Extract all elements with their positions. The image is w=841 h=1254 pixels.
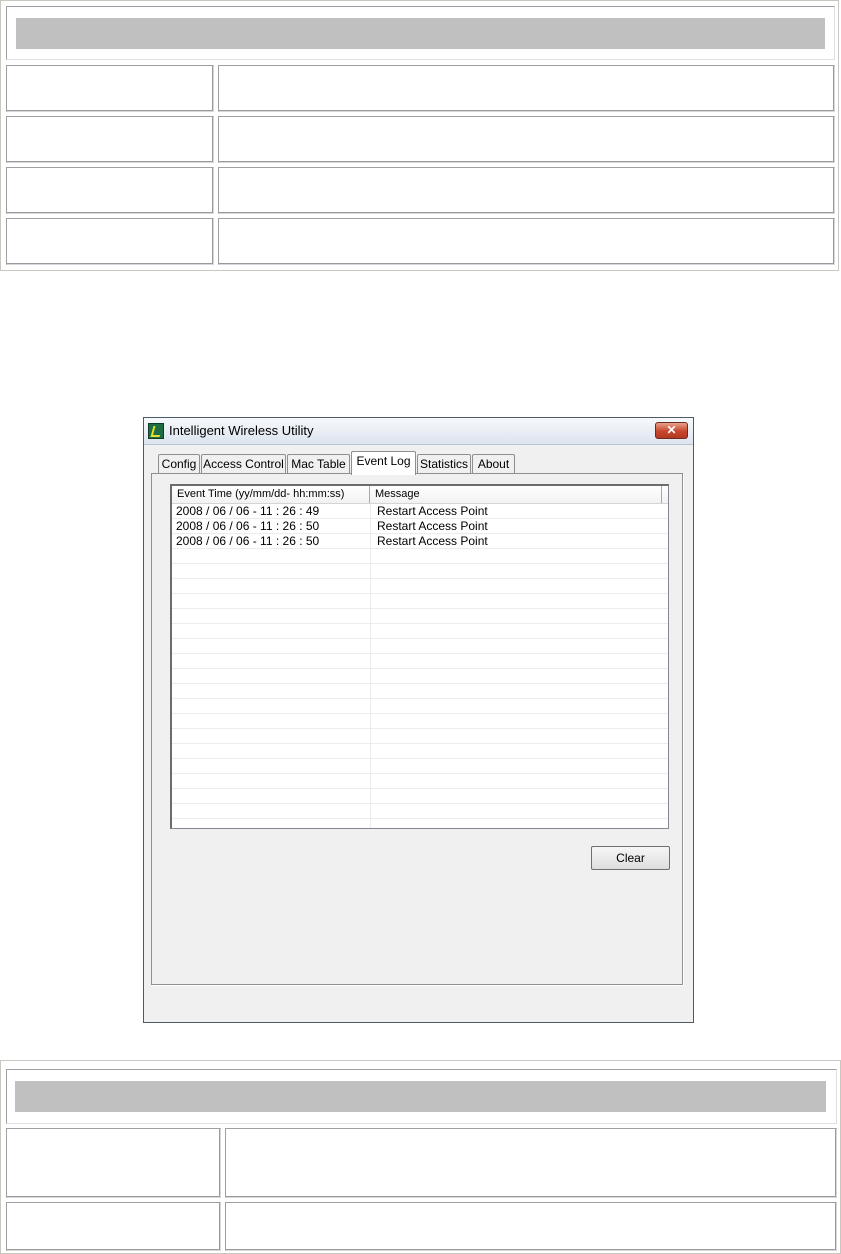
event-log-panel: Event Time (yy/mm/dd- hh:mm:ss) Message … [151, 473, 683, 985]
doc-table-value-cell [218, 167, 835, 214]
empty-list-row [172, 639, 668, 654]
empty-list-row [172, 729, 668, 744]
empty-list-row [172, 714, 668, 729]
empty-list-row [172, 624, 668, 639]
empty-list-row [172, 594, 668, 609]
event-time-cell: 2008 / 06 / 06 - 11 : 26 : 50 [176, 534, 320, 548]
message-cell: Restart Access Point [377, 504, 488, 518]
list-item[interactable]: 2008 / 06 / 06 - 11 : 26 : 50 Restart Ac… [172, 534, 668, 549]
message-cell: Restart Access Point [377, 534, 488, 548]
empty-list-row [172, 609, 668, 624]
empty-list-row [172, 774, 668, 789]
doc-table-label-cell [6, 116, 214, 163]
column-header-message[interactable]: Message [370, 486, 662, 503]
doc-table-label-cell [6, 65, 214, 112]
empty-list-row [172, 654, 668, 669]
clear-button[interactable]: Clear [591, 846, 670, 870]
doc-table-value-cell [225, 1202, 837, 1251]
event-time-cell: 2008 / 06 / 06 - 11 : 26 : 50 [176, 519, 320, 533]
app-logo-icon [148, 423, 164, 439]
empty-list-row [172, 789, 668, 804]
tab-mac-table[interactable]: Mac Table [287, 454, 350, 473]
doc-table-header-cell [6, 1069, 837, 1124]
close-button[interactable]: ✕ [655, 422, 688, 439]
doc-table-header-cell [6, 6, 835, 60]
tab-access-control[interactable]: Access Control [201, 454, 286, 473]
column-header-event-time[interactable]: Event Time (yy/mm/dd- hh:mm:ss) [172, 486, 370, 503]
doc-table-label-cell [6, 1202, 221, 1251]
utility-window: Intelligent Wireless Utility ✕ Config Ac… [143, 417, 694, 1023]
window-title: Intelligent Wireless Utility [169, 423, 314, 438]
doc-table-bottom [0, 1060, 841, 1254]
empty-list-row [172, 804, 668, 819]
doc-table-header-bar [15, 1081, 826, 1112]
doc-table-label-cell [6, 167, 214, 214]
tab-statistics[interactable]: Statistics [417, 454, 471, 473]
empty-list-row [172, 759, 668, 774]
doc-table-value-cell [218, 65, 835, 112]
event-time-cell: 2008 / 06 / 06 - 11 : 26 : 49 [176, 504, 320, 518]
empty-list-row [172, 669, 668, 684]
doc-table-value-cell [218, 218, 835, 265]
doc-table-value-cell [225, 1128, 837, 1198]
empty-list-row [172, 744, 668, 759]
list-item[interactable]: 2008 / 06 / 06 - 11 : 26 : 49 Restart Ac… [172, 504, 668, 519]
doc-table-label-cell [6, 218, 214, 265]
list-item[interactable]: 2008 / 06 / 06 - 11 : 26 : 50 Restart Ac… [172, 519, 668, 534]
list-body: 2008 / 06 / 06 - 11 : 26 : 49 Restart Ac… [172, 504, 668, 828]
empty-list-row [172, 549, 668, 564]
doc-table-value-cell [218, 116, 835, 163]
doc-table-top [0, 0, 839, 271]
empty-list-row [172, 564, 668, 579]
tab-config[interactable]: Config [158, 454, 200, 473]
empty-list-row [172, 684, 668, 699]
title-bar[interactable]: Intelligent Wireless Utility ✕ [144, 418, 693, 445]
message-cell: Restart Access Point [377, 519, 488, 533]
list-header: Event Time (yy/mm/dd- hh:mm:ss) Message [172, 486, 668, 504]
event-log-list[interactable]: Event Time (yy/mm/dd- hh:mm:ss) Message … [170, 484, 669, 829]
empty-list-row [172, 699, 668, 714]
tab-about[interactable]: About [472, 454, 515, 473]
doc-table-header-bar [16, 18, 825, 49]
empty-list-row [172, 579, 668, 594]
empty-list-row [172, 819, 668, 828]
tab-event-log[interactable]: Event Log [351, 451, 416, 475]
doc-table-label-cell [6, 1128, 221, 1198]
